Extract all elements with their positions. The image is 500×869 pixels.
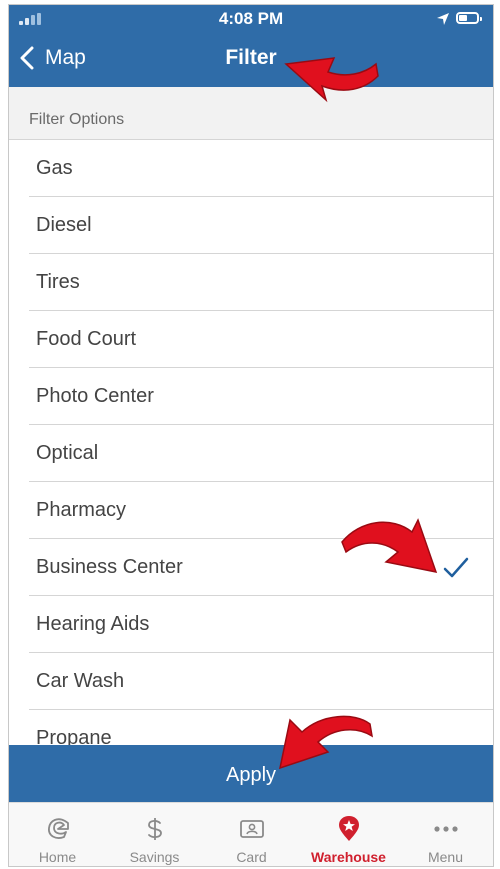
checkmark-icon: [443, 557, 469, 578]
section-header: Filter Options: [9, 87, 493, 139]
tab-bar: Home Savings Card Warehouse Menu: [9, 802, 493, 866]
filter-option-label: Optical: [36, 442, 99, 464]
tab-home[interactable]: Home: [9, 803, 106, 866]
dollar-icon: [148, 818, 162, 840]
filter-option[interactable]: Car Wash: [9, 653, 493, 710]
section-title: Filter Options: [29, 111, 125, 128]
filter-option[interactable]: Food Court: [9, 311, 493, 368]
tab-savings[interactable]: Savings: [106, 803, 203, 866]
page-title: Filter: [225, 46, 277, 69]
battery-icon: [456, 12, 482, 24]
filter-option-label: Diesel: [36, 214, 92, 236]
filter-option-label: Food Court: [36, 328, 137, 350]
filter-option-label: Propane: [36, 727, 112, 746]
filter-option[interactable]: Gas: [9, 140, 493, 197]
filter-option[interactable]: Hearing Aids: [9, 596, 493, 653]
phone-screen: 4:08 PM Map Filter Filter Options Gas Die…: [8, 4, 494, 867]
more-dots-icon: [434, 826, 458, 832]
apply-button[interactable]: Apply: [9, 745, 493, 802]
filter-option-label: Photo Center: [36, 385, 154, 407]
filter-option-label: Car Wash: [36, 670, 125, 692]
tab-label: Menu: [427, 849, 464, 865]
navigation-header: 4:08 PM Map Filter: [9, 5, 493, 87]
tab-label: Savings: [129, 849, 180, 865]
filter-option[interactable]: Tires: [9, 254, 493, 311]
warehouse-pin-icon: [339, 816, 359, 841]
filter-option[interactable]: Photo Center: [9, 368, 493, 425]
tab-label: Warehouse: [311, 849, 386, 865]
annotation-arrow-check: [341, 518, 438, 573]
filter-option-label: Business Center: [36, 556, 183, 578]
tab-label: Home: [38, 849, 77, 865]
battery-fill: [459, 15, 467, 21]
home-icon: [48, 818, 69, 839]
status-time: 4:08 PM: [218, 9, 284, 28]
location-arrow-icon: [437, 13, 449, 25]
filter-options-list: Gas Diesel Tires Food Court Photo Center Opti…: [9, 139, 493, 746]
annotation-arrow-apply: [278, 715, 374, 770]
status-bar: 4:08 PM: [9, 5, 493, 35]
filter-option[interactable]: Propane: [9, 710, 493, 746]
filter-option[interactable]: Diesel: [9, 197, 493, 254]
annotation-arrow-title: [284, 57, 379, 103]
filter-option-label: Hearing Aids: [36, 613, 150, 635]
tab-warehouse[interactable]: Warehouse: [300, 803, 397, 866]
filter-option-label: Gas: [36, 157, 73, 179]
tab-card[interactable]: Card: [203, 803, 300, 866]
filter-option[interactable]: Optical: [9, 425, 493, 482]
tab-menu[interactable]: Menu: [397, 803, 493, 866]
tab-label: Card: [236, 849, 267, 865]
filter-option-label: Pharmacy: [36, 499, 127, 521]
apply-button-label: Apply: [225, 764, 277, 786]
card-icon: [240, 820, 264, 838]
filter-option-label: Tires: [36, 271, 80, 293]
